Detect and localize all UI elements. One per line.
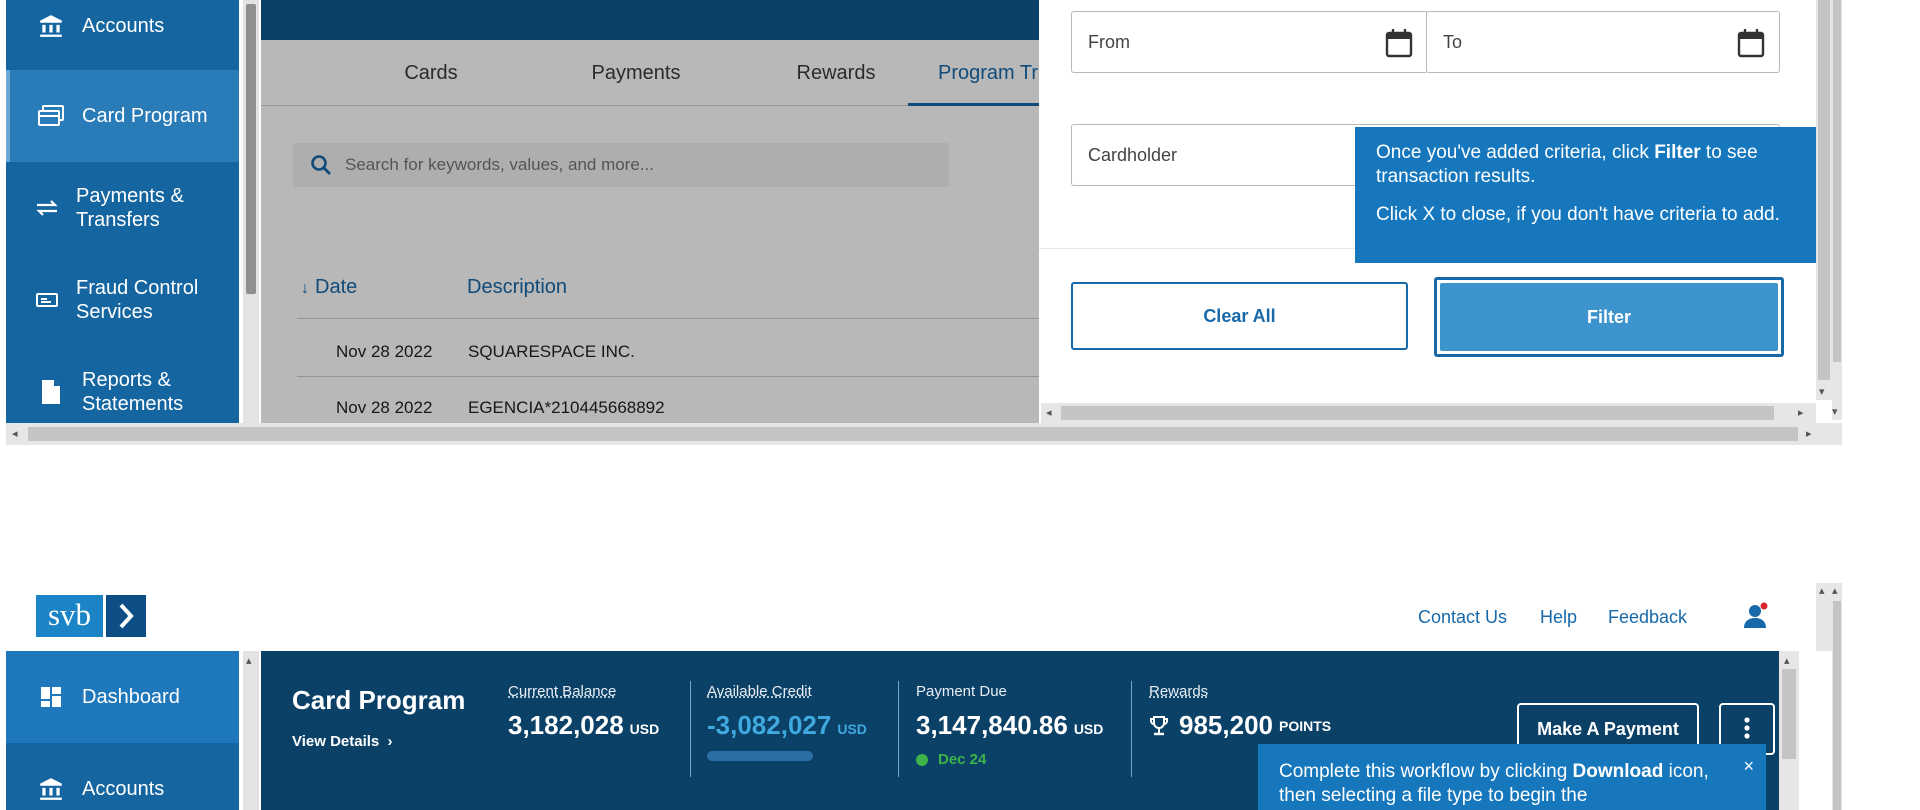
divider (898, 681, 899, 777)
main-content: Cards Payments Rewards Program Tr ↓Date … (261, 0, 1058, 423)
scrollbar-thumb[interactable] (1833, 601, 1841, 810)
status-dot-icon (916, 753, 928, 766)
filter-panel: From To Cardholder Clear All Filter Once… (1039, 0, 1842, 423)
sidebar-item-payments-transfers[interactable]: Payments & Transfers (6, 180, 239, 236)
window-horizontal-scrollbar[interactable]: ◂ ▸ (6, 423, 1842, 445)
window-vertical-scrollbar[interactable]: ▴ (1832, 583, 1842, 810)
transfer-arrows-icon (32, 195, 62, 221)
close-icon[interactable]: × (1743, 754, 1754, 778)
sidebar-scrollbar[interactable] (243, 0, 259, 423)
scroll-up-icon[interactable]: ▴ (1784, 655, 1790, 667)
scrollbar-thumb[interactable] (1782, 669, 1796, 759)
bottom-window: svb Contact Us Help Feedback ▴ ▴ Dashboa… (6, 583, 1842, 810)
scroll-down-icon[interactable]: ▾ (1819, 386, 1825, 398)
feedback-link[interactable]: Feedback (1608, 607, 1687, 628)
id-card-icon (32, 287, 62, 313)
bank-icon (36, 13, 66, 39)
due-date: Dec 24 (916, 751, 1103, 768)
tooltip-text: Click X to close, if you don't have crit… (1376, 204, 1780, 225)
kebab-menu-icon (1744, 716, 1750, 739)
divider (1131, 681, 1132, 777)
card-icon (36, 103, 66, 129)
scroll-down-icon[interactable]: ▾ (1832, 406, 1838, 418)
scroll-up-icon[interactable]: ▴ (246, 655, 252, 667)
header-bar (261, 0, 1041, 40)
available-credit: Available Credit -3,082,027 USD (707, 683, 867, 761)
view-details-link[interactable]: View Details › (292, 733, 392, 750)
filter-button[interactable]: Filter (1440, 283, 1778, 351)
sidebar-scrollbar[interactable]: ▴ (243, 651, 259, 810)
filter-button-focus-ring: Filter (1434, 277, 1784, 357)
scroll-left-icon[interactable]: ◂ (1046, 407, 1052, 419)
chevron-right-icon (106, 595, 146, 637)
download-tooltip: Complete this workflow by clicking Downl… (1258, 744, 1766, 810)
payment-due: Payment Due 3,147,840.86 USD Dec 24 (916, 683, 1104, 768)
sidebar-item-accounts[interactable]: Accounts (6, 8, 239, 44)
window-vertical-scrollbar[interactable]: ▾ (1832, 0, 1842, 420)
sidebar: Dashboard Accounts (6, 651, 239, 810)
clear-all-button[interactable]: Clear All (1071, 282, 1408, 350)
scrollbar-thumb[interactable] (28, 427, 1798, 441)
svb-logo[interactable]: svb (36, 595, 146, 637)
sidebar-item-dashboard[interactable]: Dashboard (6, 679, 239, 715)
panel-vertical-scrollbar[interactable]: ▾ (1816, 0, 1832, 400)
scrollbar-thumb[interactable] (1833, 0, 1841, 362)
sidebar-item-reports[interactable]: Reports & Statements (6, 364, 239, 420)
scroll-up-icon[interactable]: ▴ (1819, 585, 1825, 597)
scroll-left-icon[interactable]: ◂ (12, 428, 18, 440)
scrollbar-thumb[interactable] (1818, 0, 1830, 380)
tooltip-text: Complete this workflow by clicking Downl… (1279, 761, 1709, 806)
current-balance: Current Balance 3,182,028 USD (508, 683, 660, 740)
contact-us-link[interactable]: Contact Us (1418, 607, 1507, 628)
top-window: Accounts Card Program Payments & Transfe… (6, 0, 1842, 445)
dashboard-icon (36, 684, 66, 710)
scroll-right-icon[interactable]: ▸ (1798, 407, 1804, 419)
frame-vertical-scrollbar[interactable]: ▴ (1816, 583, 1832, 651)
tooltip-text: Once you've added criteria, click Filter… (1376, 142, 1758, 187)
document-icon (36, 379, 66, 405)
scroll-right-icon[interactable]: ▸ (1806, 428, 1812, 440)
card-program-summary: Card Program View Details › Current Bala… (261, 651, 1779, 810)
scrollbar-thumb[interactable] (246, 4, 256, 294)
calendar-icon[interactable] (1737, 28, 1765, 58)
rewards: Rewards 985,200 POINTS (1149, 683, 1332, 740)
sidebar-item-accounts[interactable]: Accounts (6, 771, 239, 807)
trophy-icon (1149, 715, 1169, 737)
sidebar-item-card-program[interactable]: Card Program (6, 70, 239, 162)
calendar-icon[interactable] (1385, 28, 1413, 58)
from-date-field[interactable]: From (1071, 11, 1428, 73)
user-profile-icon[interactable] (1740, 601, 1770, 631)
bank-icon (36, 776, 66, 802)
page-title: Card Program (292, 685, 466, 715)
divider (690, 681, 691, 777)
chevron-right-icon: › (387, 733, 393, 750)
sidebar: Accounts Card Program Payments & Transfe… (6, 0, 239, 423)
modal-backdrop[interactable] (261, 40, 1041, 423)
panel-horizontal-scrollbar[interactable]: ◂ ▸ (1041, 403, 1816, 423)
sidebar-item-fraud-control[interactable]: Fraud Control Services (6, 272, 239, 328)
credit-progress-bar (707, 751, 813, 761)
help-link[interactable]: Help (1540, 607, 1577, 628)
scroll-up-icon[interactable]: ▴ (1832, 585, 1838, 597)
to-date-field[interactable]: To (1426, 11, 1780, 73)
filter-tooltip: Once you've added criteria, click Filter… (1355, 127, 1842, 263)
content-vertical-scrollbar[interactable]: ▴ (1779, 651, 1799, 810)
scrollbar-thumb[interactable] (1061, 406, 1774, 420)
